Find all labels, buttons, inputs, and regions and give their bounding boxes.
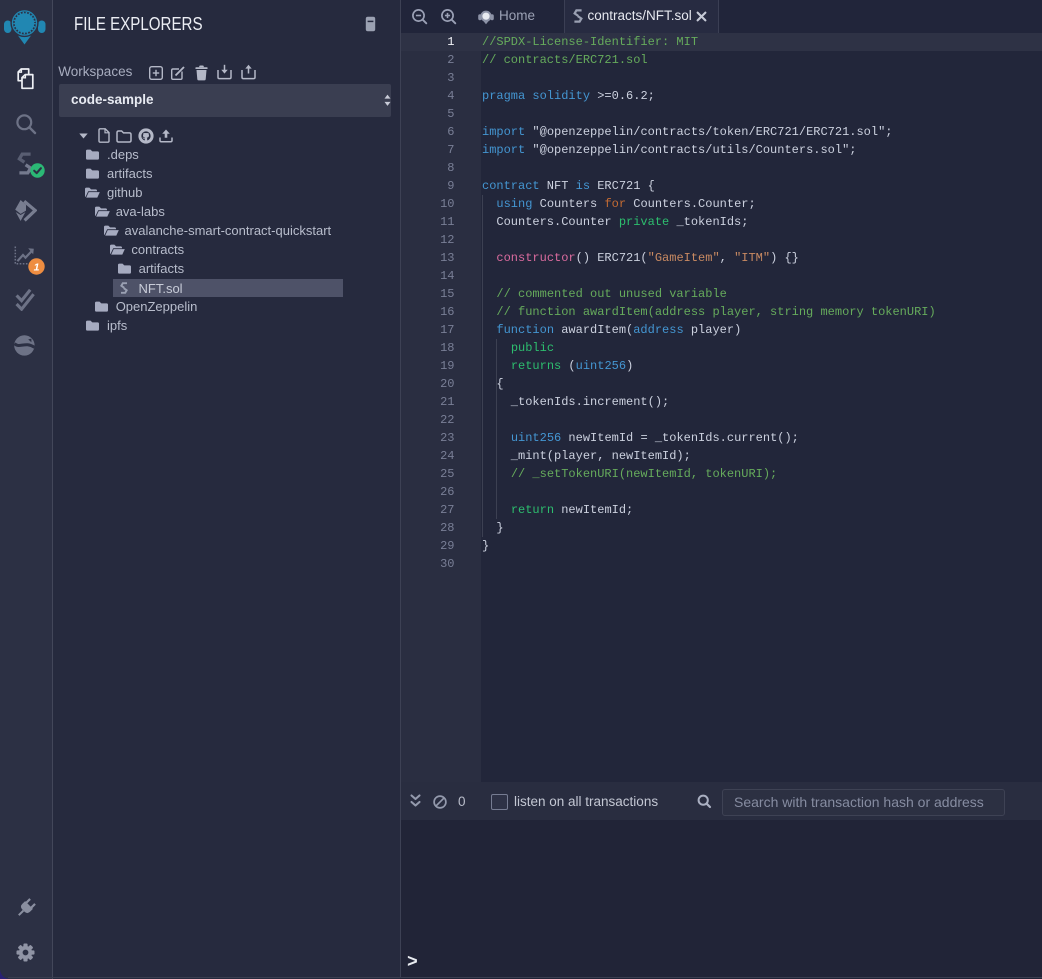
svg-text:1: 1 (34, 261, 40, 273)
